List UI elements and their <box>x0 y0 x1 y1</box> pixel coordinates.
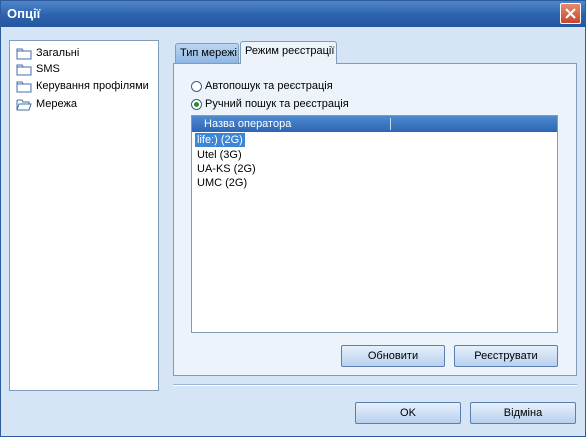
radio-label: Автопошук та реєстрація <box>205 80 333 92</box>
title-bar[interactable]: Опції <box>1 1 585 27</box>
radio-button-checked[interactable] <box>191 98 202 110</box>
ok-button[interactable]: OK <box>355 402 461 424</box>
tree-item-label: Загальні <box>36 47 80 59</box>
refresh-button[interactable]: Обновити <box>341 345 445 367</box>
operator-list[interactable]: Назва оператора life:) (2G) Utel (3G) UA… <box>191 115 558 333</box>
column-separator[interactable] <box>390 118 391 130</box>
close-icon <box>565 8 576 19</box>
cancel-button[interactable]: Відміна <box>470 402 576 424</box>
tab-network-type[interactable]: Тип мережі <box>175 43 239 63</box>
tab-registration-mode[interactable]: Режим реєстрації <box>240 41 337 64</box>
operator-list-header[interactable]: Назва оператора <box>192 116 557 132</box>
folder-icon <box>16 64 32 76</box>
settings-tree: Загальні SMS Керування профілями Мережа <box>9 40 159 391</box>
auto-search-option[interactable]: Автопошук та реєстрація <box>191 80 333 92</box>
tree-item-sms[interactable]: SMS <box>16 61 60 77</box>
radio-label: Ручний пошук та реєстрація <box>205 98 349 110</box>
list-item[interactable]: Utel (3G) <box>195 148 244 162</box>
tree-item-network[interactable]: Мережа <box>16 96 77 112</box>
options-dialog: Опції Загальні SMS Керування профілями М… <box>0 0 586 437</box>
column-header-operator-name[interactable]: Назва оператора <box>204 118 291 130</box>
tree-item-general[interactable]: Загальні <box>16 45 79 61</box>
tree-item-profiles[interactable]: Керування профілями <box>16 78 149 94</box>
radio-button[interactable] <box>191 80 202 92</box>
list-item[interactable]: UMC (2G) <box>195 176 249 190</box>
tree-item-label: Мережа <box>36 98 77 110</box>
close-button[interactable] <box>560 3 581 24</box>
list-item[interactable]: UA-KS (2G) <box>195 162 258 176</box>
register-button[interactable]: Реєструвати <box>454 345 558 367</box>
folder-icon <box>16 81 32 93</box>
window-title: Опції <box>7 6 41 21</box>
tree-item-label: SMS <box>36 63 60 75</box>
tree-item-label: Керування профілями <box>36 80 149 92</box>
list-item[interactable]: life:) (2G) <box>195 133 245 147</box>
divider <box>173 384 577 386</box>
manual-search-option[interactable]: Ручний пошук та реєстрація <box>191 98 349 110</box>
open-folder-icon <box>16 99 32 111</box>
folder-icon <box>16 48 32 60</box>
